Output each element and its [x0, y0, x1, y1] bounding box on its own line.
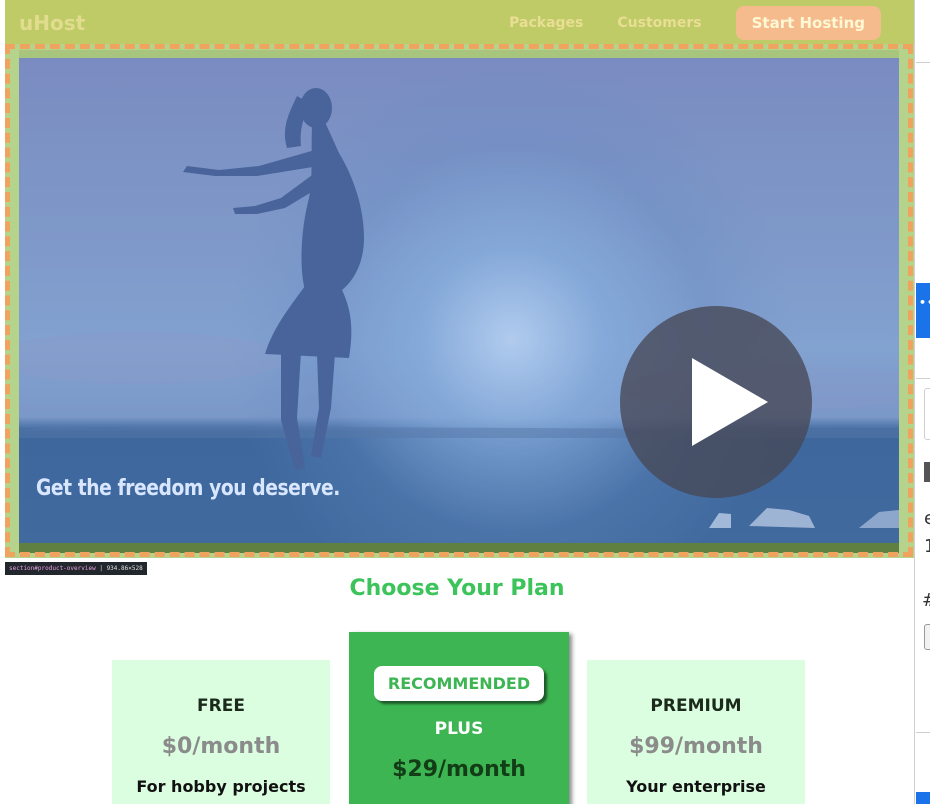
- devtools-glyph: 1: [924, 536, 930, 557]
- devtools-divider: [916, 378, 930, 379]
- devtools-selector: section#product-overview: [9, 565, 96, 572]
- play-icon: [692, 358, 768, 446]
- page-viewport: uHost Packages Customers Start Hosting G…: [0, 0, 914, 804]
- devtools-divider: [916, 732, 930, 733]
- start-hosting-button[interactable]: Start Hosting: [735, 6, 881, 40]
- plan-card-free[interactable]: FREE $0/month For hobby projects: [112, 660, 330, 804]
- nav-link-customers[interactable]: Customers: [617, 15, 701, 31]
- plan-price: $29/month: [392, 757, 526, 782]
- devtools-separator: |: [99, 565, 107, 572]
- devtools-glyph: #: [922, 590, 930, 611]
- plan-name: PREMIUM: [650, 696, 742, 716]
- plan-card-plus[interactable]: RECOMMENDED PLUS $29/month: [349, 632, 569, 804]
- section-padding-top: [19, 50, 899, 58]
- nav-link-packages[interactable]: Packages: [509, 15, 583, 31]
- hero-caption: Get the freedom you deserve.: [36, 476, 340, 501]
- devtools-checkbox[interactable]: [924, 624, 930, 650]
- play-video-button[interactable]: [620, 306, 812, 498]
- devtools-divider: [916, 62, 930, 63]
- plan-description: For hobby projects: [136, 777, 306, 796]
- plan-name: FREE: [197, 696, 245, 716]
- devtools-ellipsis-icon[interactable]: ••: [919, 296, 930, 309]
- devtools-element-tooltip: section#product-overview | 934.86×528: [5, 562, 147, 575]
- plan-description: Your enterprise: [626, 777, 766, 796]
- brand-logo[interactable]: uHost: [19, 11, 85, 35]
- plan-name: PLUS: [434, 719, 484, 739]
- recommended-badge: RECOMMENDED: [373, 666, 545, 701]
- section-padding-bottom: [19, 543, 899, 553]
- devtools-size: 934.86×528: [106, 565, 143, 572]
- plan-price: $99/month: [629, 734, 763, 759]
- plan-price: $0/month: [161, 734, 281, 759]
- devtools-selected-row[interactable]: [916, 283, 930, 338]
- plan-card-premium[interactable]: PREMIUM $99/month Your enterprise: [587, 660, 805, 804]
- devtools-bottom-tab[interactable]: [916, 792, 930, 804]
- main-header: uHost Packages Customers Start Hosting: [5, 0, 914, 46]
- devtools-filter-box[interactable]: [924, 388, 930, 440]
- devtools-cursor-bar: [924, 462, 930, 482]
- devtools-glyph: e: [924, 508, 930, 529]
- plans-title: Choose Your Plan: [349, 576, 565, 601]
- main-nav: Packages Customers Start Hosting: [509, 6, 900, 40]
